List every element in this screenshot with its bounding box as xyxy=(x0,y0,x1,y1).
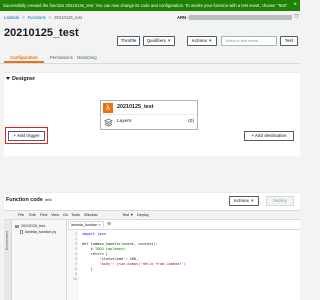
test-button[interactable]: Test xyxy=(280,36,298,46)
add-destination-button[interactable]: + Add destination xyxy=(244,131,294,141)
menu-edit[interactable]: Edit xyxy=(29,211,36,220)
tab-configuration[interactable]: Configuration xyxy=(4,52,44,63)
breadcrumb-separator: > xyxy=(22,15,25,20)
code-line: 'body': json.dumps('Hello from Lambda!') xyxy=(82,262,186,266)
line-number: 9 xyxy=(74,272,77,276)
ide-menubar: File Edit Find View Go Tools Window Test… xyxy=(4,211,300,220)
menu-find[interactable]: Find xyxy=(40,211,47,220)
layers-count: (0) xyxy=(188,119,194,124)
code-line: 'statusCode': 200, xyxy=(82,257,139,261)
menu-test[interactable]: Test ▼ xyxy=(122,211,134,220)
banner-message: Successfully created the function 202101… xyxy=(3,3,289,8)
close-icon[interactable]: × xyxy=(293,0,297,11)
qualifiers-button[interactable]: Qualifiers ▼ xyxy=(143,36,175,46)
editor-tab-lambda-function[interactable]: lambda_function × xyxy=(68,221,104,228)
breadcrumb-item-current: 20210125_test xyxy=(54,15,82,20)
code-actions-button[interactable]: Actions ▼ xyxy=(229,196,259,206)
function-code-panel: Function code Info Actions ▼ Deploy File … xyxy=(4,192,300,300)
add-trigger-button[interactable]: + Add trigger xyxy=(8,131,45,141)
designer-heading[interactable]: Designer xyxy=(6,76,35,82)
code-editor[interactable]: lambda_function × ⊕ 1 2 3 4 5 6 7 8 9 10 xyxy=(67,220,300,300)
line-number-gutter: 1 2 3 4 5 6 7 8 9 10 xyxy=(67,230,79,300)
line-number: 6 xyxy=(74,257,77,261)
line-number: 7 xyxy=(74,262,77,266)
layers-icon xyxy=(104,118,113,127)
line-number: 2 xyxy=(74,237,77,241)
line-number: 4 xyxy=(74,247,77,251)
tree-file-item[interactable]: lambda_function.py xyxy=(20,230,56,235)
breadcrumb-item-lambda[interactable]: Lambda xyxy=(4,15,19,20)
line-number: 8 xyxy=(74,267,77,271)
lambda-icon: λ xyxy=(103,103,113,113)
new-tab-plus-icon[interactable]: ⊕ xyxy=(107,221,111,228)
tab-bar: Configuration Permissions Monitoring xyxy=(0,52,300,64)
environment-side-tab[interactable]: Environment xyxy=(4,220,12,300)
function-code-heading: Function code Info xyxy=(6,197,52,203)
menu-tools[interactable]: Tools xyxy=(71,211,80,220)
layers-row[interactable]: Layers (0) xyxy=(101,116,197,129)
line-number: 3 xyxy=(74,242,77,246)
code-line: def lambda_handler(event, context): xyxy=(82,242,158,246)
function-row[interactable]: λ 20210125_test xyxy=(101,101,197,115)
file-icon xyxy=(20,230,23,235)
actions-button[interactable]: Actions ▼ xyxy=(187,36,217,46)
breadcrumb: Lambda > Functions >20210125_test xyxy=(4,13,82,22)
file-tree: 20210125_test - lambda_function.py xyxy=(12,220,67,300)
info-link[interactable]: Info xyxy=(45,198,52,202)
code-line: return { xyxy=(82,252,108,256)
breadcrumb-row: Lambda > Functions >20210125_test ARN - ❐ xyxy=(0,13,300,22)
function-name: 20210125_test xyxy=(117,104,154,110)
designer-panel: Designer λ 20210125_test Layers (0) + Ad… xyxy=(4,72,300,156)
breadcrumb-item-functions[interactable]: Functions xyxy=(28,15,46,20)
menu-view[interactable]: View xyxy=(51,211,59,220)
tab-permissions[interactable]: Permissions xyxy=(50,52,73,63)
page-title: 20210125_test xyxy=(4,27,79,39)
menu-go[interactable]: Go xyxy=(63,211,68,220)
function-card[interactable]: λ 20210125_test Layers (0) xyxy=(100,100,198,130)
line-number: 1 xyxy=(74,232,77,236)
line-number: 5 xyxy=(74,252,77,256)
copy-icon[interactable]: ❐ xyxy=(294,13,298,22)
test-event-select[interactable]: Select a test event xyxy=(221,36,277,46)
code-line: # TODO implement xyxy=(82,247,126,251)
arn-label: ARN - xyxy=(177,15,189,20)
code-editor-ide: File Edit Find View Go Tools Window Test… xyxy=(4,210,300,300)
folder-icon xyxy=(15,224,19,228)
breadcrumb-separator: > xyxy=(48,15,52,20)
deploy-button[interactable]: Deploy xyxy=(266,196,294,206)
caret-down-icon xyxy=(6,77,10,81)
code-area[interactable]: 1 2 3 4 5 6 7 8 9 10 import json def lam… xyxy=(67,229,300,300)
code-line: } xyxy=(82,267,93,271)
throttle-button[interactable]: Throttle xyxy=(117,36,140,46)
menu-window[interactable]: Window xyxy=(84,211,98,220)
line-number: 10 xyxy=(72,277,77,281)
layers-label: Layers xyxy=(117,119,132,124)
menu-file[interactable]: File xyxy=(18,211,24,220)
menu-deploy[interactable]: Deploy xyxy=(137,211,149,220)
arn-value-redacted xyxy=(189,15,292,20)
lambda-console-page: Successfully created the function 202101… xyxy=(0,0,300,300)
code-line: import json xyxy=(82,232,106,236)
success-banner: Successfully created the function 202101… xyxy=(0,0,300,11)
tree-folder-item[interactable]: 20210125_test - xyxy=(15,224,47,228)
tab-monitoring[interactable]: Monitoring xyxy=(77,52,97,63)
